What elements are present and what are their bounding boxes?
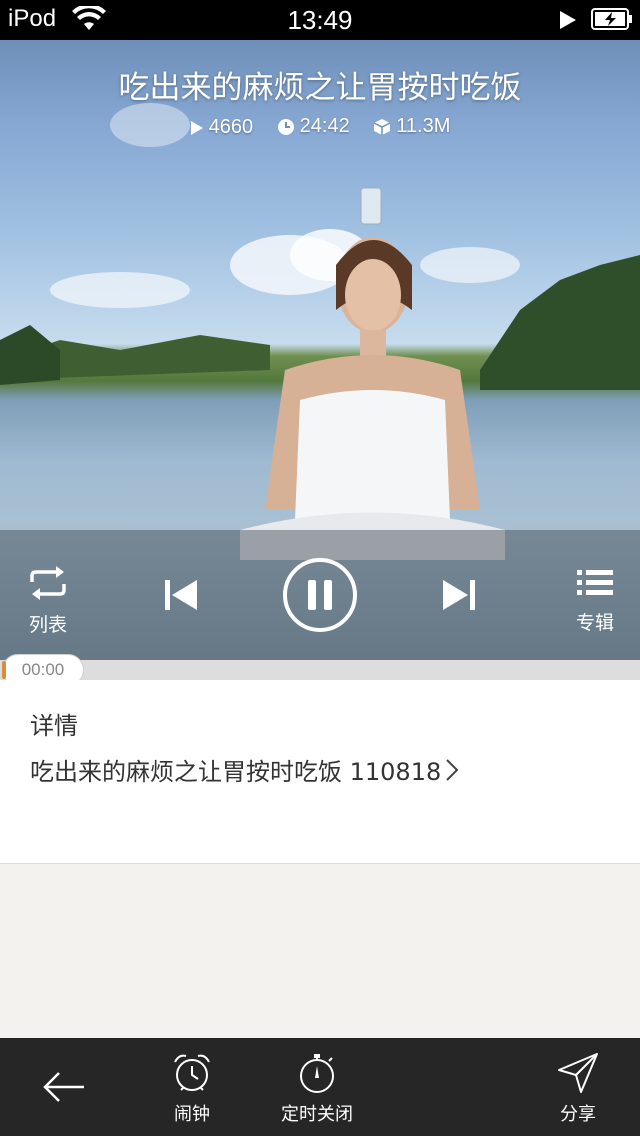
playback-controls: 列表 专辑 (0, 530, 640, 660)
details-description: 吃出来的麻烦之让胃按时吃饭 110818 (30, 758, 442, 786)
details-card: 详情 吃出来的麻烦之让胃按时吃饭 110818 (0, 680, 640, 864)
track-meta: 4660 24:42 11.3M (0, 115, 640, 142)
back-arrow-icon[interactable] (42, 1069, 86, 1105)
duration: 24:42 (277, 115, 350, 138)
track-title: 吃出来的麻烦之让胃按时吃饭 (118, 70, 522, 106)
alarm-button[interactable]: 闹钟 (171, 1052, 213, 1126)
timer-close-label: 定时关闭 (281, 1104, 353, 1125)
details-link[interactable]: 吃出来的麻烦之让胃按时吃饭 110818 (30, 752, 459, 787)
timer-close-button[interactable]: 定时关闭 (281, 1052, 353, 1126)
progress-bar[interactable] (0, 660, 640, 680)
repeat-icon (30, 566, 66, 600)
player-artwork: 吃出来的麻烦之让胃按时吃饭 4660 24:42 11.3M 列表 专辑 (0, 40, 640, 660)
file-size-value: 11.3M (396, 115, 451, 137)
details-heading: 详情 (30, 712, 78, 740)
alarm-label: 闹钟 (174, 1104, 210, 1125)
status-time: 13:49 (287, 5, 353, 35)
skip-next-icon[interactable] (441, 577, 477, 613)
album-button[interactable]: 专辑 (576, 568, 614, 635)
send-icon (558, 1053, 598, 1093)
skip-previous-icon[interactable] (163, 577, 199, 613)
pause-icon[interactable] (281, 556, 359, 634)
bottom-toolbar: 闹钟 定时关闭 分享 (0, 1038, 640, 1136)
alarm-clock-icon (174, 1054, 210, 1091)
play-count: 4660 (190, 116, 254, 139)
play-count-icon (190, 120, 203, 135)
share-label: 分享 (560, 1104, 596, 1125)
chevron-right-icon (446, 758, 459, 781)
cube-icon (373, 118, 391, 135)
battery-charging-icon (591, 8, 632, 30)
list-label: 列表 (28, 614, 67, 636)
status-bar: iPod 13:49 (0, 0, 640, 40)
play-count-value: 4660 (208, 116, 254, 138)
clock-icon (277, 118, 294, 135)
now-playing-icon (560, 11, 576, 29)
duration-value: 24:42 (299, 115, 350, 137)
share-button[interactable]: 分享 (557, 1052, 599, 1126)
album-label: 专辑 (576, 612, 615, 634)
file-size: 11.3M (373, 115, 450, 138)
list-icon (577, 570, 613, 595)
stopwatch-icon (300, 1054, 334, 1093)
list-button[interactable]: 列表 (28, 566, 68, 637)
